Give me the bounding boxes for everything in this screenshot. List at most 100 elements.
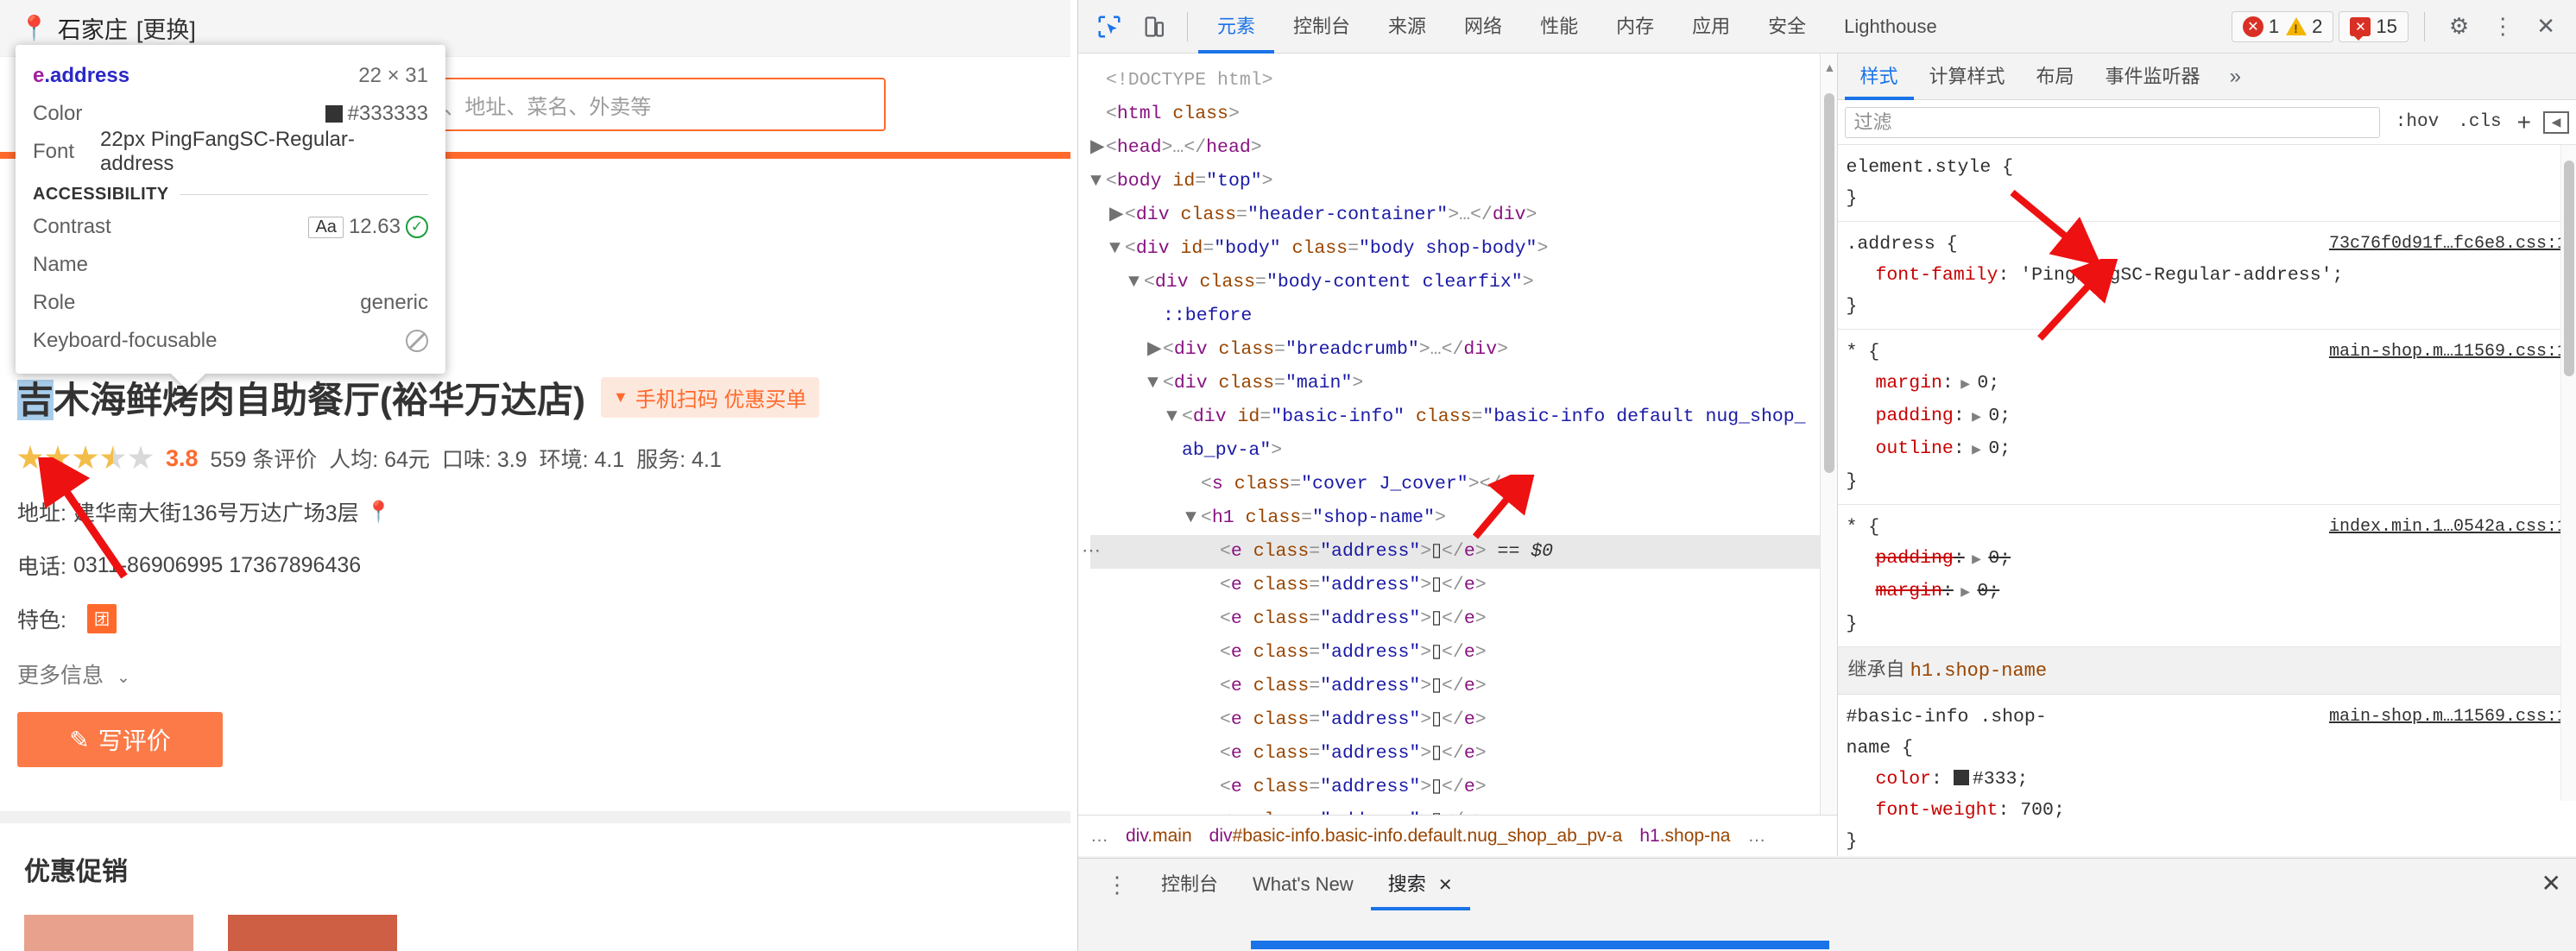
expand-triangle-icon[interactable]: ▼ [1090, 165, 1106, 198]
expand-triangle-icon[interactable]: ▼ [1185, 501, 1201, 535]
dom-node[interactable]: <e class="address">▯</e> [1090, 636, 1837, 670]
css-declaration[interactable]: margin: ▶ 0; [1847, 368, 2576, 400]
close-icon[interactable]: ✕ [1438, 876, 1453, 895]
tab-console[interactable]: 控制台 [1274, 0, 1369, 54]
tab-network[interactable]: 网络 [1445, 0, 1521, 54]
dom-node[interactable]: ▶<div class="header-container">…</div> [1090, 198, 1837, 232]
tab-layout[interactable]: 布局 [2021, 54, 2090, 100]
tab-security[interactable]: 安全 [1749, 0, 1825, 54]
styles-more-tabs-icon[interactable]: » [2216, 65, 2255, 89]
dom-node[interactable]: ▼ <body id="top"> [1090, 165, 1837, 198]
css-declaration[interactable]: padding: ▶ 0; [1847, 400, 2576, 433]
expand-triangle-icon[interactable]: ▼ [1166, 400, 1182, 434]
drawer-close-icon[interactable]: ✕ [2541, 869, 2561, 897]
css-rule[interactable]: * {main-shop.m…11569.css:1 margin: ▶ 0; pa… [1837, 330, 2576, 505]
dom-node[interactable]: ▼ <div class="main"> [1090, 367, 1837, 400]
dom-node[interactable]: ▶<div class="breadcrumb">…</div> [1090, 333, 1837, 367]
breadcrumb-overflow-left[interactable]: … [1090, 826, 1108, 847]
dom-node[interactable]: ▼ <div id="body" class="body shop-body"> [1090, 232, 1837, 266]
breadcrumb-overflow-right[interactable]: … [1747, 826, 1765, 847]
dom-node[interactable]: <e class="address">▯</e> [1090, 771, 1837, 804]
message-badge[interactable]: ✕ 15 [2350, 16, 2397, 41]
css-source-link[interactable]: main-shop.m…11569.css:1 [2329, 337, 2576, 368]
expand-triangle-icon[interactable]: ▶ [1090, 131, 1106, 165]
write-review-button[interactable]: ✎ 写评价 [17, 712, 223, 767]
breadcrumb-item-shop-name[interactable]: h1.shop-na [1639, 826, 1730, 847]
review-count[interactable]: 559 条评价 [211, 443, 318, 474]
city-change-link[interactable]: [更换] [136, 11, 196, 45]
close-icon[interactable]: ✕ [2528, 13, 2564, 40]
new-style-rule-button[interactable]: + [2517, 109, 2531, 136]
css-rule-inherited[interactable]: #basic-info .shop-name {main-shop.m…1156… [1838, 695, 2576, 856]
tab-lighthouse[interactable]: Lighthouse [1825, 0, 1956, 54]
styles-scrollbar[interactable] [2560, 145, 2576, 801]
scroll-up-icon[interactable]: ▲ [1824, 60, 1836, 74]
css-declaration[interactable]: font-family: 'PingFangSC-Regular-address… [1847, 260, 2576, 291]
tab-performance[interactable]: 性能 [1521, 0, 1597, 54]
tab-memory[interactable]: 内存 [1597, 0, 1673, 54]
expand-triangle-icon[interactable]: ▼ [1128, 266, 1144, 299]
group-buy-tag[interactable]: 团 [86, 604, 117, 633]
more-vertical-icon[interactable]: ⋮ [2483, 13, 2522, 40]
map-pin-icon[interactable]: 📍 [366, 500, 392, 525]
device-toolbar-icon[interactable] [1132, 4, 1177, 49]
css-rules-list[interactable]: element.style {} .address {73c76f0d91f…fc… [1837, 145, 2576, 856]
element-classes-button[interactable]: .cls [2454, 112, 2504, 132]
warning-badge[interactable]: 2 [2286, 16, 2322, 38]
css-selector[interactable]: .address { [1847, 229, 2329, 260]
expand-triangle-icon[interactable]: ▼ [1147, 367, 1163, 400]
dom-node[interactable]: <e class="address">▯</e> [1090, 703, 1837, 737]
dom-node[interactable]: ::before [1090, 299, 1837, 333]
css-declaration[interactable]: padding: ▶ 0; [1847, 543, 2576, 576]
drawer-tab-whats-new[interactable]: What's New [1235, 859, 1371, 910]
error-badge[interactable]: ✕ 1 [2242, 16, 2279, 38]
css-source-link[interactable]: index.min.1…0542a.css:1 [2329, 512, 2576, 543]
css-declaration[interactable]: outline: ▶ 0; [1847, 433, 2576, 466]
dom-node[interactable]: <s class="cover J_cover"></s> [1090, 468, 1837, 501]
dom-node[interactable]: ▼ <h1 class="shop-name"> [1090, 501, 1837, 535]
dom-node[interactable]: <e class="address">▯</e> [1090, 602, 1837, 636]
drawer-tab-search[interactable]: 搜索 ✕ [1371, 859, 1470, 910]
force-state-button[interactable]: :hov [2392, 112, 2442, 132]
more-info-toggle[interactable]: 更多信息 ⌄ [17, 658, 1053, 690]
css-selector[interactable]: #basic-info .shop-name { [1847, 702, 2329, 764]
scroll-thumb[interactable] [2564, 161, 2574, 376]
inspect-cursor-icon[interactable] [1087, 4, 1132, 49]
css-selector[interactable]: element.style { [1847, 152, 2576, 183]
issue-counters[interactable]: ✕ 1 2 [2231, 10, 2334, 42]
css-rule[interactable]: * {index.min.1…0542a.css:1 padding: ▶ 0; m… [1837, 505, 2576, 647]
expand-triangle-icon[interactable]: ▶ [1109, 198, 1125, 232]
tab-application[interactable]: 应用 [1673, 0, 1749, 54]
gear-icon[interactable]: ⚙ [2440, 13, 2478, 40]
css-rule[interactable]: .address {73c76f0d91f…fc6e8.css:1 font-fa… [1837, 222, 2576, 330]
tab-styles[interactable]: 样式 [1845, 54, 1914, 100]
dom-node[interactable]: <e class="address">▯</e> [1090, 569, 1837, 602]
drawer-tab-console[interactable]: 控制台 [1144, 859, 1235, 910]
dom-tree[interactable]: <!DOCTYPE html> <html class> ▶<head>…</hea… [1078, 54, 1837, 838]
css-source-link[interactable]: main-shop.m…11569.css:1 [2329, 702, 2576, 733]
node-menu-icon[interactable]: ⋯ [1082, 535, 1101, 569]
inherited-selector[interactable]: h1.shop-name [1910, 660, 2047, 682]
tab-computed[interactable]: 计算样式 [1914, 54, 2021, 100]
dom-scrollbar[interactable]: ▲ ▼ [1819, 54, 1837, 856]
css-selector[interactable]: * { [1847, 337, 2329, 368]
dom-node[interactable]: <e class="address">▯</e> [1090, 737, 1837, 771]
styles-filter-input[interactable] [1844, 106, 2380, 138]
dom-node[interactable]: ▼ <div class="body-content clearfix"> [1090, 266, 1837, 299]
message-counter[interactable]: ✕ 15 [2339, 10, 2409, 42]
expand-triangle-icon[interactable]: ▶ [1147, 333, 1163, 367]
expand-triangle-icon[interactable]: ▼ [1109, 232, 1125, 266]
css-rule[interactable]: element.style {} [1837, 145, 2576, 222]
dom-node[interactable]: ab_pv-a"> [1090, 434, 1837, 468]
promo-thumbnail[interactable] [24, 915, 193, 951]
tab-sources[interactable]: 来源 [1369, 0, 1445, 54]
css-source-link[interactable]: 73c76f0d91f…fc6e8.css:1 [2329, 229, 2576, 260]
css-declaration[interactable]: margin: ▶ 0; [1847, 576, 2576, 608]
more-vertical-icon[interactable]: ⋮ [1090, 872, 1144, 898]
promo-scan-pay-button[interactable]: ▼ 手机扫码 优惠买单 [601, 377, 819, 418]
dom-node[interactable]: ▼ <div id="basic-info" class="basic-info … [1090, 400, 1837, 434]
breadcrumb-item-basic-info[interactable]: div#basic-info.basic-info.default.nug_sh… [1209, 826, 1623, 847]
dom-node[interactable]: ▶<head>…</head> [1090, 131, 1837, 165]
dom-node[interactable]: <e class="address">▯</e> [1090, 670, 1837, 703]
tab-event-listeners[interactable]: 事件监听器 [2090, 54, 2216, 100]
